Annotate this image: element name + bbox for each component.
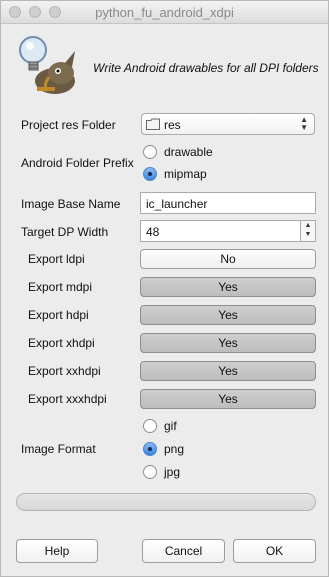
- radio-label: mipmap: [164, 167, 207, 181]
- radio-button[interactable]: [143, 419, 157, 433]
- window-title: python_fu_android_xdpi: [95, 5, 234, 20]
- ok-button[interactable]: OK: [233, 539, 316, 563]
- progress-bar: [16, 493, 316, 511]
- radio-button[interactable]: [143, 167, 157, 181]
- cancel-button[interactable]: Cancel: [142, 539, 225, 563]
- project-folder-value: res: [164, 118, 181, 132]
- export-mdpi-label: Export mdpi: [28, 280, 93, 294]
- export-ldpi-label: Export ldpi: [28, 252, 85, 266]
- export-xhdpi-label: Export xhdpi: [28, 336, 95, 350]
- radio-button[interactable]: [143, 465, 157, 479]
- header-description: Write Android drawables for all DPI fold…: [93, 61, 319, 75]
- folder-prefix-label: Android Folder Prefix: [21, 156, 134, 170]
- target-dp-width-spinner[interactable]: 48 ▲ ▼: [140, 220, 316, 242]
- radio-label: png: [164, 442, 185, 456]
- project-folder-label: Project res Folder: [21, 118, 116, 132]
- project-folder-select[interactable]: res ▲ ▼: [141, 113, 315, 135]
- title-bar[interactable]: python_fu_android_xdpi: [1, 1, 328, 24]
- export-hdpi-label: Export hdpi: [28, 308, 89, 322]
- export-xxhdpi-label: Export xxhdpi: [28, 364, 101, 378]
- export-ldpi-toggle[interactable]: No: [140, 249, 316, 269]
- dialog-header: Write Android drawables for all DPI fold…: [9, 31, 321, 101]
- export-xxhdpi-toggle[interactable]: Yes: [140, 361, 316, 381]
- spinner-arrows-icon[interactable]: ▲ ▼: [300, 221, 315, 241]
- select-arrows-icon: ▲ ▼: [300, 115, 308, 132]
- export-hdpi-toggle[interactable]: Yes: [140, 305, 316, 325]
- gimp-logo-icon: [19, 36, 75, 94]
- help-button[interactable]: Help: [16, 539, 98, 563]
- radio-label: drawable: [164, 145, 213, 159]
- radio-button[interactable]: [143, 442, 157, 456]
- export-xxxhdpi-toggle[interactable]: Yes: [140, 389, 316, 409]
- radio-button[interactable]: [143, 145, 157, 159]
- image-base-name-input[interactable]: ic_launcher: [140, 192, 316, 214]
- folder-icon: [146, 118, 160, 130]
- export-xxxhdpi-label: Export xxxhdpi: [28, 392, 107, 406]
- image-format-label: Image Format: [21, 442, 96, 456]
- radio-label: jpg: [164, 465, 181, 479]
- dialog-window: python_fu_android_xdpi Write Android dra…: [0, 0, 329, 577]
- export-mdpi-toggle[interactable]: Yes: [140, 277, 316, 297]
- radio-label: gif: [164, 419, 177, 433]
- export-xhdpi-toggle[interactable]: Yes: [140, 333, 316, 353]
- target-dp-width-label: Target DP Width: [21, 225, 109, 239]
- image-base-name-label: Image Base Name: [21, 197, 121, 211]
- target-dp-width-value: 48: [146, 225, 160, 239]
